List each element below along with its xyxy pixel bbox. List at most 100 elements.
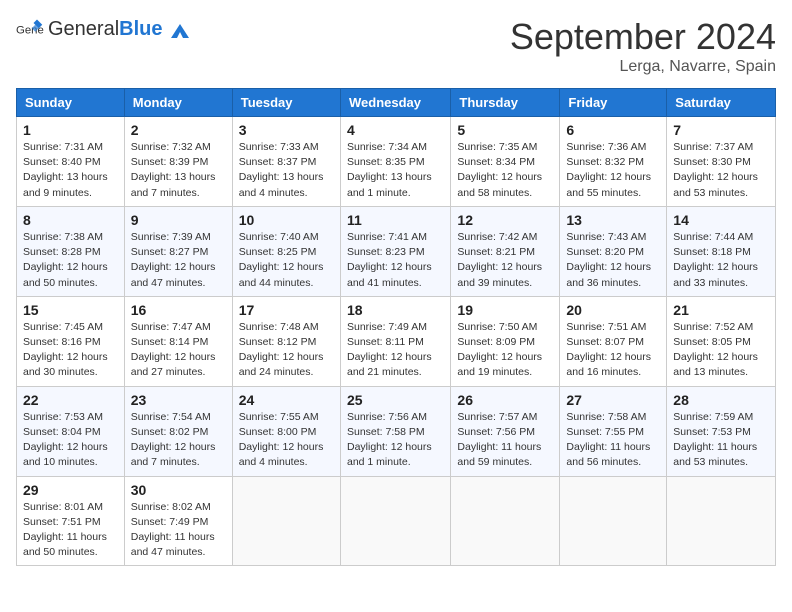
day-number: 23: [131, 392, 226, 408]
calendar-cell: 20 Sunrise: 7:51 AM Sunset: 8:07 PM Dayl…: [560, 296, 667, 386]
day-number: 2: [131, 122, 226, 138]
sunset-label: Sunset: 8:18 PM: [673, 246, 751, 258]
sunset-label: Sunset: 8:09 PM: [457, 336, 535, 348]
calendar-cell: 30 Sunrise: 8:02 AM Sunset: 7:49 PM Dayl…: [124, 476, 232, 566]
daylight-label: Daylight: 12 hours and 16 minutes.: [566, 351, 651, 378]
daylight-label: Daylight: 12 hours and 47 minutes.: [131, 261, 216, 288]
day-info: Sunrise: 7:42 AM Sunset: 8:21 PM Dayligh…: [457, 230, 553, 291]
calendar-cell: [560, 476, 667, 566]
sunset-label: Sunset: 7:56 PM: [457, 426, 535, 438]
day-number: 19: [457, 302, 553, 318]
day-number: 22: [23, 392, 118, 408]
day-number: 30: [131, 482, 226, 498]
sunrise-label: Sunrise: 7:38 AM: [23, 231, 103, 243]
day-info: Sunrise: 8:01 AM Sunset: 7:51 PM Dayligh…: [23, 500, 118, 561]
calendar-cell: 10 Sunrise: 7:40 AM Sunset: 8:25 PM Dayl…: [232, 206, 340, 296]
daylight-label: Daylight: 12 hours and 33 minutes.: [673, 261, 758, 288]
calendar-cell: 5 Sunrise: 7:35 AM Sunset: 8:34 PM Dayli…: [451, 117, 560, 207]
day-number: 9: [131, 212, 226, 228]
day-info: Sunrise: 8:02 AM Sunset: 7:49 PM Dayligh…: [131, 500, 226, 561]
calendar-cell: 18 Sunrise: 7:49 AM Sunset: 8:11 PM Dayl…: [340, 296, 450, 386]
daylight-label: Daylight: 11 hours and 53 minutes.: [673, 441, 757, 468]
sunset-label: Sunset: 8:35 PM: [347, 156, 425, 168]
sunset-label: Sunset: 8:02 PM: [131, 426, 209, 438]
day-number: 25: [347, 392, 444, 408]
calendar-cell: 14 Sunrise: 7:44 AM Sunset: 8:18 PM Dayl…: [667, 206, 776, 296]
day-number: 28: [673, 392, 769, 408]
day-info: Sunrise: 7:32 AM Sunset: 8:39 PM Dayligh…: [131, 140, 226, 201]
sunrise-label: Sunrise: 7:57 AM: [457, 411, 537, 423]
calendar-cell: 28 Sunrise: 7:59 AM Sunset: 7:53 PM Dayl…: [667, 386, 776, 476]
daylight-label: Daylight: 13 hours and 9 minutes.: [23, 171, 108, 198]
day-number: 15: [23, 302, 118, 318]
sunset-label: Sunset: 8:23 PM: [347, 246, 425, 258]
day-number: 17: [239, 302, 334, 318]
sunset-label: Sunset: 8:16 PM: [23, 336, 101, 348]
calendar-cell: 19 Sunrise: 7:50 AM Sunset: 8:09 PM Dayl…: [451, 296, 560, 386]
calendar-cell: 23 Sunrise: 7:54 AM Sunset: 8:02 PM Dayl…: [124, 386, 232, 476]
calendar-header-row: SundayMondayTuesdayWednesdayThursdayFrid…: [17, 89, 776, 117]
page-header: General GeneralBlue September 2024 Lerga…: [16, 16, 776, 76]
calendar-table: SundayMondayTuesdayWednesdayThursdayFrid…: [16, 88, 776, 566]
sunset-label: Sunset: 8:14 PM: [131, 336, 209, 348]
daylight-label: Daylight: 12 hours and 7 minutes.: [131, 441, 216, 468]
daylight-label: Daylight: 12 hours and 27 minutes.: [131, 351, 216, 378]
daylight-label: Daylight: 11 hours and 47 minutes.: [131, 531, 215, 558]
location: Lerga, Navarre, Spain: [510, 58, 776, 76]
daylight-label: Daylight: 12 hours and 19 minutes.: [457, 351, 542, 378]
calendar-week-row: 29 Sunrise: 8:01 AM Sunset: 7:51 PM Dayl…: [17, 476, 776, 566]
logo-icon: General: [16, 16, 44, 44]
sunrise-label: Sunrise: 7:49 AM: [347, 321, 427, 333]
calendar-cell: 11 Sunrise: 7:41 AM Sunset: 8:23 PM Dayl…: [340, 206, 450, 296]
sunrise-label: Sunrise: 7:51 AM: [566, 321, 646, 333]
day-info: Sunrise: 7:31 AM Sunset: 8:40 PM Dayligh…: [23, 140, 118, 201]
calendar-cell: 12 Sunrise: 7:42 AM Sunset: 8:21 PM Dayl…: [451, 206, 560, 296]
month-title: September 2024: [510, 16, 776, 58]
day-number: 29: [23, 482, 118, 498]
sunset-label: Sunset: 8:34 PM: [457, 156, 535, 168]
calendar-cell: [667, 476, 776, 566]
calendar-header-saturday: Saturday: [667, 89, 776, 117]
calendar-cell: 15 Sunrise: 7:45 AM Sunset: 8:16 PM Dayl…: [17, 296, 125, 386]
calendar-week-row: 8 Sunrise: 7:38 AM Sunset: 8:28 PM Dayli…: [17, 206, 776, 296]
calendar-cell: 25 Sunrise: 7:56 AM Sunset: 7:58 PM Dayl…: [340, 386, 450, 476]
day-info: Sunrise: 7:34 AM Sunset: 8:35 PM Dayligh…: [347, 140, 444, 201]
sunrise-label: Sunrise: 7:54 AM: [131, 411, 211, 423]
calendar-cell: 17 Sunrise: 7:48 AM Sunset: 8:12 PM Dayl…: [232, 296, 340, 386]
logo-general: General: [48, 18, 119, 40]
day-number: 8: [23, 212, 118, 228]
day-info: Sunrise: 7:40 AM Sunset: 8:25 PM Dayligh…: [239, 230, 334, 291]
day-number: 1: [23, 122, 118, 138]
day-info: Sunrise: 7:43 AM Sunset: 8:20 PM Dayligh…: [566, 230, 660, 291]
calendar-cell: 1 Sunrise: 7:31 AM Sunset: 8:40 PM Dayli…: [17, 117, 125, 207]
logo: General GeneralBlue: [16, 16, 191, 44]
daylight-label: Daylight: 12 hours and 39 minutes.: [457, 261, 542, 288]
calendar-week-row: 22 Sunrise: 7:53 AM Sunset: 8:04 PM Dayl…: [17, 386, 776, 476]
day-info: Sunrise: 7:41 AM Sunset: 8:23 PM Dayligh…: [347, 230, 444, 291]
sunrise-label: Sunrise: 7:56 AM: [347, 411, 427, 423]
sunset-label: Sunset: 7:53 PM: [673, 426, 751, 438]
sunset-label: Sunset: 8:28 PM: [23, 246, 101, 258]
calendar-cell: [451, 476, 560, 566]
day-info: Sunrise: 7:38 AM Sunset: 8:28 PM Dayligh…: [23, 230, 118, 291]
sunset-label: Sunset: 8:07 PM: [566, 336, 644, 348]
sunset-label: Sunset: 8:25 PM: [239, 246, 317, 258]
day-info: Sunrise: 7:33 AM Sunset: 8:37 PM Dayligh…: [239, 140, 334, 201]
day-number: 16: [131, 302, 226, 318]
daylight-label: Daylight: 12 hours and 21 minutes.: [347, 351, 432, 378]
sunset-label: Sunset: 7:49 PM: [131, 516, 209, 528]
sunrise-label: Sunrise: 7:58 AM: [566, 411, 646, 423]
sunrise-label: Sunrise: 7:37 AM: [673, 141, 753, 153]
daylight-label: Daylight: 12 hours and 1 minute.: [347, 441, 432, 468]
day-number: 6: [566, 122, 660, 138]
calendar-cell: 27 Sunrise: 7:58 AM Sunset: 7:55 PM Dayl…: [560, 386, 667, 476]
day-info: Sunrise: 7:47 AM Sunset: 8:14 PM Dayligh…: [131, 320, 226, 381]
daylight-label: Daylight: 12 hours and 41 minutes.: [347, 261, 432, 288]
sunset-label: Sunset: 8:32 PM: [566, 156, 644, 168]
calendar-header-sunday: Sunday: [17, 89, 125, 117]
daylight-label: Daylight: 11 hours and 59 minutes.: [457, 441, 541, 468]
calendar-header-friday: Friday: [560, 89, 667, 117]
sunset-label: Sunset: 7:51 PM: [23, 516, 101, 528]
calendar-cell: 13 Sunrise: 7:43 AM Sunset: 8:20 PM Dayl…: [560, 206, 667, 296]
daylight-label: Daylight: 12 hours and 13 minutes.: [673, 351, 758, 378]
